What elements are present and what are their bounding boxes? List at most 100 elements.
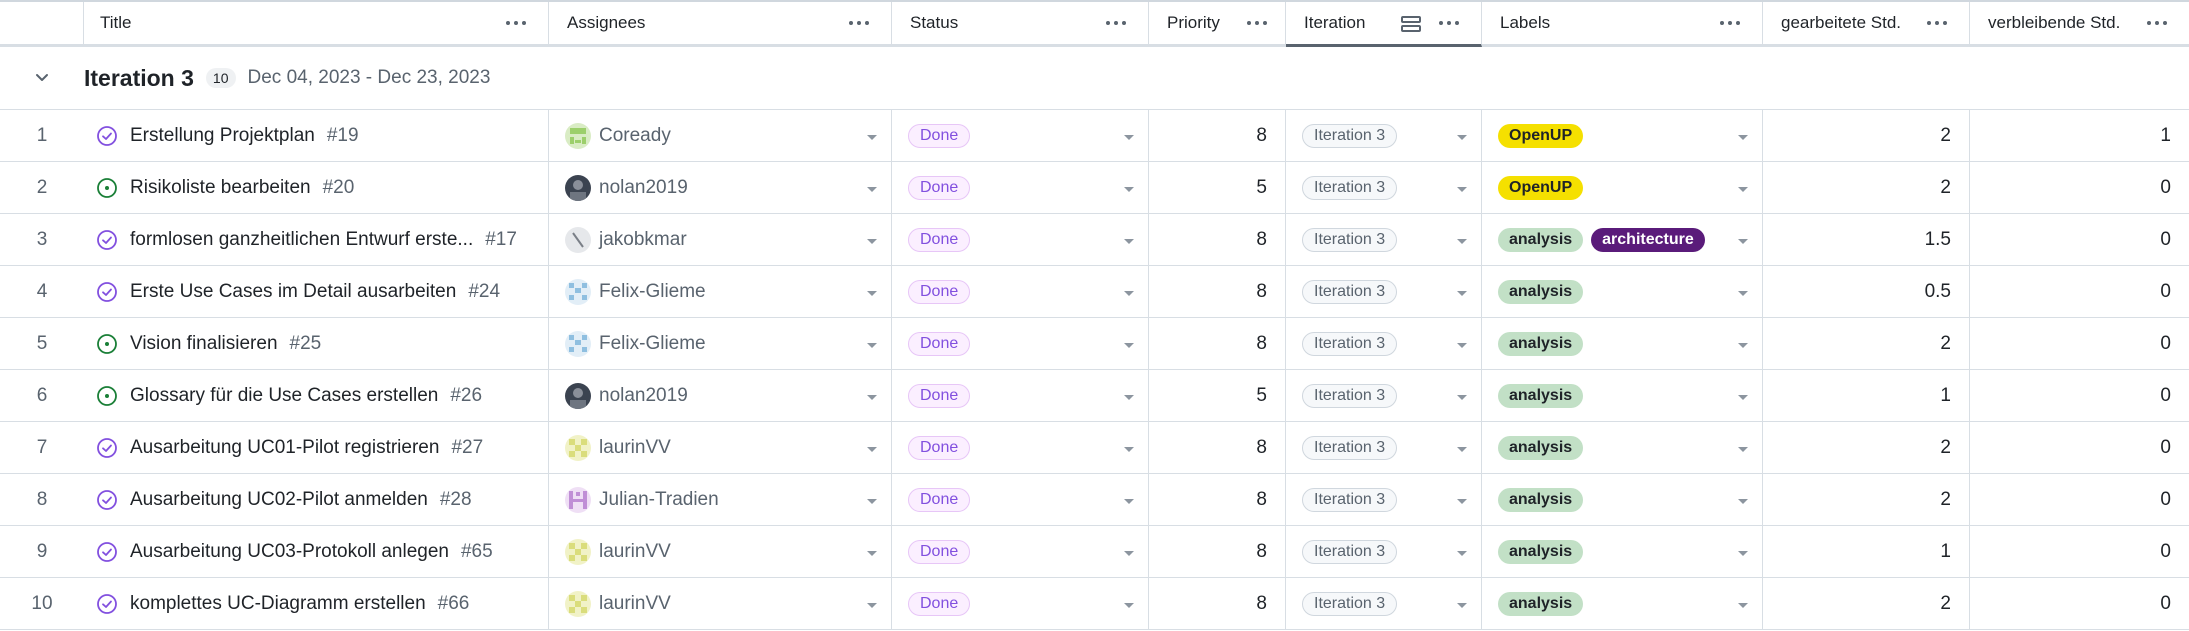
- iteration-cell[interactable]: Iteration 3: [1286, 474, 1482, 525]
- table-row[interactable]: 8 Ausarbeitung UC02-Pilot anmelden #28 Juli…: [0, 474, 2189, 526]
- labels-cell[interactable]: analysis: [1482, 526, 1763, 577]
- title-cell[interactable]: formlosen ganzheitlichen Entwurf erste..…: [84, 214, 549, 265]
- issue-title-link[interactable]: Vision finalisieren: [130, 333, 278, 355]
- remaining-hours-cell[interactable]: 1: [1970, 110, 2189, 161]
- title-cell[interactable]: Risikoliste bearbeiten #20: [84, 162, 549, 213]
- remaining-hours-cell[interactable]: 0: [1970, 526, 2189, 577]
- column-menu-icon[interactable]: [506, 21, 526, 25]
- column-menu-icon[interactable]: [1439, 21, 1459, 25]
- worked-hours-cell[interactable]: 2: [1763, 162, 1970, 213]
- chevron-down-icon[interactable]: [867, 342, 877, 348]
- label-analysis[interactable]: analysis: [1498, 383, 1584, 408]
- priority-cell[interactable]: 5: [1149, 370, 1286, 421]
- assignee-cell[interactable]: laurinVV: [549, 578, 892, 629]
- table-row[interactable]: 5 Vision finalisieren #25 Felix-Glieme Done 8…: [0, 318, 2189, 370]
- chevron-down-icon[interactable]: [1738, 186, 1748, 192]
- priority-cell[interactable]: 8: [1149, 578, 1286, 629]
- priority-cell[interactable]: 5: [1149, 162, 1286, 213]
- issue-title-link[interactable]: Ausarbeitung UC01-Pilot registrieren: [130, 437, 439, 459]
- chevron-down-icon[interactable]: [1738, 498, 1748, 504]
- table-row[interactable]: 1 Erstellung Projektplan #19 Coready Done 8 It…: [0, 110, 2189, 162]
- chevron-down-icon[interactable]: [1738, 134, 1748, 140]
- column-menu-icon[interactable]: [1247, 21, 1267, 25]
- column-menu-icon[interactable]: [1720, 21, 1740, 25]
- label-openup[interactable]: OpenUP: [1498, 175, 1584, 200]
- chevron-down-icon[interactable]: [867, 498, 877, 504]
- assignee-cell[interactable]: jakobkmar: [549, 214, 892, 265]
- table-row[interactable]: 3 formlosen ganzheitlichen Entwurf erste.…: [0, 214, 2189, 266]
- column-header-status[interactable]: Status: [892, 2, 1149, 44]
- title-cell[interactable]: Ausarbeitung UC02-Pilot anmelden #28: [84, 474, 549, 525]
- table-row[interactable]: 6 Glossary für die Use Cases erstellen #26…: [0, 370, 2189, 422]
- label-analysis[interactable]: analysis: [1498, 227, 1584, 252]
- status-cell[interactable]: Done: [892, 266, 1149, 317]
- status-cell[interactable]: Done: [892, 110, 1149, 161]
- worked-hours-cell[interactable]: 2: [1763, 578, 1970, 629]
- chevron-down-icon[interactable]: [867, 238, 877, 244]
- chevron-down-icon[interactable]: [1457, 550, 1467, 556]
- iteration-cell[interactable]: Iteration 3: [1286, 578, 1482, 629]
- iteration-cell[interactable]: Iteration 3: [1286, 266, 1482, 317]
- title-cell[interactable]: Glossary für die Use Cases erstellen #26: [84, 370, 549, 421]
- assignee-cell[interactable]: laurinVV: [549, 422, 892, 473]
- iteration-cell[interactable]: Iteration 3: [1286, 422, 1482, 473]
- label-analysis[interactable]: analysis: [1498, 331, 1584, 356]
- labels-cell[interactable]: analysis: [1482, 422, 1763, 473]
- chevron-down-icon[interactable]: [1124, 134, 1134, 140]
- column-menu-icon[interactable]: [1927, 21, 1947, 25]
- chevron-down-icon[interactable]: [867, 394, 877, 400]
- column-header-labels[interactable]: Labels: [1482, 2, 1763, 44]
- column-menu-icon[interactable]: [1106, 21, 1126, 25]
- title-cell[interactable]: Vision finalisieren #25: [84, 318, 549, 369]
- worked-hours-cell[interactable]: 2: [1763, 422, 1970, 473]
- issue-title-link[interactable]: Erstellung Projektplan: [130, 125, 315, 147]
- issue-title-link[interactable]: Ausarbeitung UC03-Protokoll anlegen: [130, 541, 449, 563]
- title-cell[interactable]: komplettes UC-Diagramm erstellen #66: [84, 578, 549, 629]
- column-menu-icon[interactable]: [849, 21, 869, 25]
- priority-cell[interactable]: 8: [1149, 214, 1286, 265]
- assignee-cell[interactable]: Coready: [549, 110, 892, 161]
- chevron-down-icon[interactable]: [867, 134, 877, 140]
- iteration-cell[interactable]: Iteration 3: [1286, 370, 1482, 421]
- remaining-hours-cell[interactable]: 0: [1970, 318, 2189, 369]
- chevron-down-icon[interactable]: [1457, 186, 1467, 192]
- chevron-down-icon[interactable]: [1124, 342, 1134, 348]
- status-cell[interactable]: Done: [892, 214, 1149, 265]
- chevron-down-icon[interactable]: [867, 186, 877, 192]
- remaining-hours-cell[interactable]: 0: [1970, 266, 2189, 317]
- table-row[interactable]: 2 Risikoliste bearbeiten #20 nolan2019 Done 5…: [0, 162, 2189, 214]
- chevron-down-icon[interactable]: [1738, 342, 1748, 348]
- remaining-hours-cell[interactable]: 0: [1970, 578, 2189, 629]
- chevron-down-icon[interactable]: [1124, 186, 1134, 192]
- chevron-down-icon[interactable]: [867, 550, 877, 556]
- assignee-cell[interactable]: Felix-Glieme: [549, 318, 892, 369]
- iteration-cell[interactable]: Iteration 3: [1286, 110, 1482, 161]
- worked-hours-cell[interactable]: 2: [1763, 474, 1970, 525]
- worked-hours-cell[interactable]: 1: [1763, 526, 1970, 577]
- column-menu-icon[interactable]: [2147, 21, 2167, 25]
- worked-hours-cell[interactable]: 2: [1763, 318, 1970, 369]
- chevron-down-icon[interactable]: [867, 602, 877, 608]
- issue-title-link[interactable]: komplettes UC-Diagramm erstellen: [130, 593, 426, 615]
- chevron-down-icon[interactable]: [1124, 238, 1134, 244]
- iteration-cell[interactable]: Iteration 3: [1286, 526, 1482, 577]
- column-header-worked[interactable]: gearbeitete Std.: [1763, 2, 1970, 44]
- chevron-down-icon[interactable]: [1457, 342, 1467, 348]
- chevron-down-icon[interactable]: [1738, 238, 1748, 244]
- chevron-down-icon[interactable]: [1738, 446, 1748, 452]
- assignee-cell[interactable]: Julian-Tradien: [549, 474, 892, 525]
- chevron-down-icon[interactable]: [1457, 498, 1467, 504]
- status-cell[interactable]: Done: [892, 318, 1149, 369]
- labels-cell[interactable]: analysis: [1482, 474, 1763, 525]
- chevron-down-icon[interactable]: [1738, 550, 1748, 556]
- assignee-cell[interactable]: nolan2019: [549, 162, 892, 213]
- chevron-down-icon[interactable]: [1124, 446, 1134, 452]
- priority-cell[interactable]: 8: [1149, 422, 1286, 473]
- label-analysis[interactable]: analysis: [1498, 591, 1584, 616]
- title-cell[interactable]: Ausarbeitung UC03-Protokoll anlegen #65: [84, 526, 549, 577]
- status-cell[interactable]: Done: [892, 474, 1149, 525]
- label-architecture[interactable]: architecture: [1591, 227, 1705, 252]
- issue-title-link[interactable]: Ausarbeitung UC02-Pilot anmelden: [130, 489, 428, 511]
- label-analysis[interactable]: analysis: [1498, 487, 1584, 512]
- priority-cell[interactable]: 8: [1149, 474, 1286, 525]
